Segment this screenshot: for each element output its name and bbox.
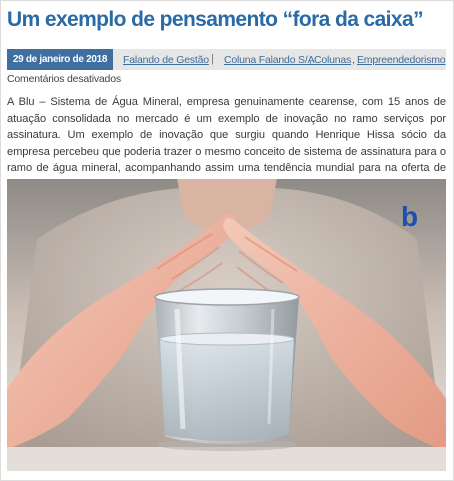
svg-text:b: b <box>401 201 418 232</box>
article-image: b <box>7 179 446 471</box>
category-link-colunas[interactable]: Colunas <box>314 54 351 66</box>
date-badge: 29 de janeiro de 2018 <box>7 49 113 70</box>
category-comma: , <box>309 54 312 66</box>
comments-status: Comentários desativados <box>7 73 121 85</box>
meta-separator: | <box>211 53 214 65</box>
category-comma: , <box>352 54 355 66</box>
author-link[interactable]: Falando de Gestão <box>123 54 209 66</box>
category-link-empreendedorismo[interactable]: Empreendedorismo <box>357 54 446 66</box>
article-title[interactable]: Um exemplo de pensamento “fora da caixa” <box>7 8 424 32</box>
category-link-coluna-falando-sa[interactable]: Coluna Falando S/A <box>224 54 315 66</box>
